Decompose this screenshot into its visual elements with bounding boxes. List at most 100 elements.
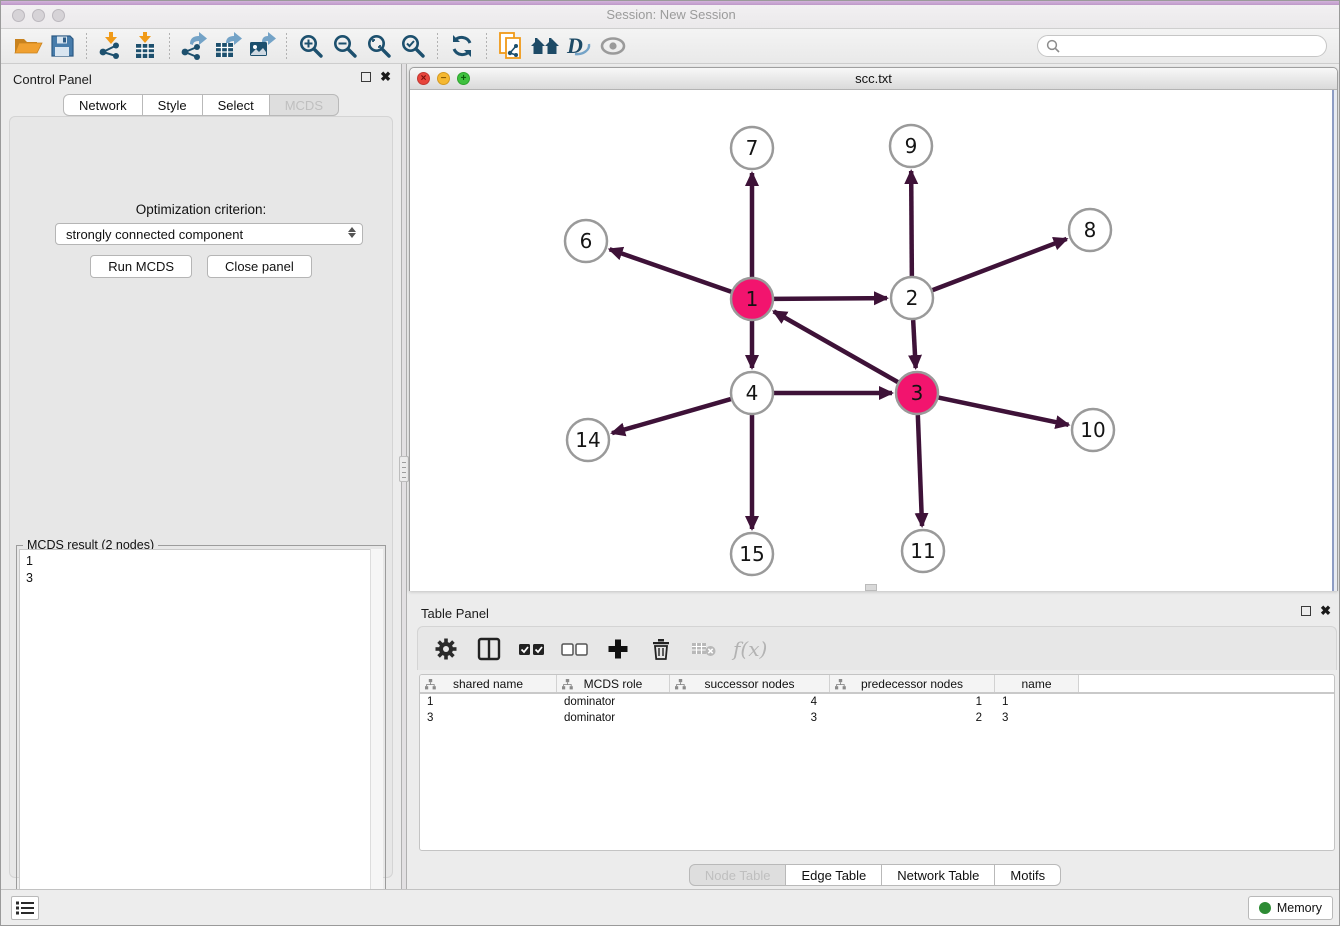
node-label-11: 11 <box>910 539 935 563</box>
import-table-icon[interactable] <box>128 32 162 60</box>
node-label-1: 1 <box>746 287 759 311</box>
float-panel-icon[interactable] <box>361 72 371 82</box>
edge-3-10[interactable] <box>939 398 1069 425</box>
edge-3-11[interactable] <box>918 415 922 526</box>
network-window-titlebar[interactable]: × − + scc.txt <box>410 68 1337 90</box>
column-header-successor-nodes[interactable]: successor nodes <box>670 675 830 692</box>
toolbar-separator <box>437 33 438 59</box>
zoom-selected-icon[interactable] <box>396 32 430 60</box>
result-line: 3 <box>26 570 376 587</box>
delete-table-icon <box>690 635 718 663</box>
tab-mcds[interactable]: MCDS <box>270 94 339 116</box>
network-resize-grip[interactable] <box>865 584 877 591</box>
tab-select[interactable]: Select <box>203 94 270 116</box>
memory-button[interactable]: Memory <box>1248 896 1333 920</box>
table-row[interactable]: 3dominator323 <box>420 710 1334 726</box>
table-tab-network-table[interactable]: Network Table <box>882 864 995 886</box>
table-settings-icon[interactable] <box>432 635 460 663</box>
export-table-icon[interactable] <box>211 32 245 60</box>
network-canvas[interactable]: 7968124314101511 <box>410 90 1337 591</box>
network-vertical-scrollbar[interactable] <box>1332 90 1337 591</box>
control-panel-title: Control Panel <box>13 72 92 87</box>
result-scrollbar[interactable] <box>370 549 383 924</box>
task-history-button[interactable] <box>11 896 39 920</box>
network-view-window: × − + scc.txt 7968124314101511 <box>409 67 1338 591</box>
cell-MCDS-role: dominator <box>557 710 670 726</box>
list-icon <box>15 900 35 916</box>
mcds-result-list[interactable]: 13 <box>19 549 383 924</box>
column-header-shared-name[interactable]: shared name <box>420 675 557 692</box>
node-label-2: 2 <box>906 286 919 310</box>
table-tabs: Node TableEdge TableNetwork TableMotifs <box>409 864 1340 886</box>
window-accent-strip <box>1 1 1340 5</box>
function-builder-icon: f(x) <box>733 637 767 661</box>
table-tab-motifs[interactable]: Motifs <box>995 864 1061 886</box>
export-network-icon[interactable] <box>177 32 211 60</box>
add-row-icon[interactable] <box>604 635 632 663</box>
hide-details-icon[interactable] <box>596 32 630 60</box>
column-header-predecessor-nodes[interactable]: predecessor nodes <box>830 675 995 692</box>
show-columns-icon[interactable] <box>475 635 503 663</box>
save-session-icon[interactable] <box>45 32 79 60</box>
cell-name: 3 <box>995 710 1079 726</box>
table-row[interactable]: 1dominator411 <box>420 694 1334 710</box>
node-label-8: 8 <box>1084 218 1097 242</box>
node-table[interactable]: shared name MCDS role successor nodes pr… <box>419 674 1335 851</box>
edge-1-2[interactable] <box>774 298 887 299</box>
close-panel-icon[interactable]: ✖ <box>380 71 391 83</box>
table-header-row: shared name MCDS role successor nodes pr… <box>420 675 1334 694</box>
mcds-panel: Optimization criterion: strongly connect… <box>9 116 393 878</box>
select-all-rows-icon[interactable] <box>518 635 546 663</box>
table-body: 1dominator4113dominator323 <box>420 694 1334 726</box>
splitter-handle[interactable] <box>399 456 409 482</box>
toolbar-separator <box>486 33 487 59</box>
search-input[interactable] <box>1060 39 1318 53</box>
table-tab-edge-table[interactable]: Edge Table <box>786 864 882 886</box>
optimization-criterion-select[interactable]: strongly connected component <box>55 223 363 245</box>
edge-3-1[interactable] <box>774 311 898 382</box>
table-panel-title: Table Panel <box>421 606 489 621</box>
network-title: scc.txt <box>410 71 1337 86</box>
clone-network-icon[interactable] <box>494 32 528 60</box>
close-panel-button[interactable]: Close panel <box>207 255 312 278</box>
session-title: Session: New Session <box>1 7 1340 22</box>
edge-2-9[interactable] <box>911 171 912 276</box>
edge-2-8[interactable] <box>933 239 1067 290</box>
node-label-6: 6 <box>580 229 593 253</box>
node-label-3: 3 <box>911 381 924 405</box>
optimization-criterion-label: Optimization criterion: <box>10 202 392 217</box>
cell-shared-name: 1 <box>420 694 557 710</box>
import-network-icon[interactable] <box>94 32 128 60</box>
tab-style[interactable]: Style <box>143 94 203 116</box>
zoom-out-icon[interactable] <box>328 32 362 60</box>
edge-4-14[interactable] <box>612 399 731 433</box>
float-table-panel-icon[interactable] <box>1301 606 1311 616</box>
zoom-fit-icon[interactable] <box>362 32 396 60</box>
zoom-in-icon[interactable] <box>294 32 328 60</box>
title-bar: Session: New Session <box>1 1 1340 29</box>
search-box[interactable] <box>1037 35 1327 57</box>
open-session-icon[interactable] <box>11 32 45 60</box>
export-image-icon[interactable] <box>245 32 279 60</box>
column-header-name[interactable]: name <box>995 675 1079 692</box>
node-label-4: 4 <box>746 381 759 405</box>
memory-label: Memory <box>1277 901 1322 915</box>
cell-predecessor-nodes: 1 <box>830 694 995 710</box>
delete-row-icon[interactable] <box>647 635 675 663</box>
column-header-MCDS-role[interactable]: MCDS role <box>557 675 670 692</box>
node-label-7: 7 <box>746 136 759 160</box>
cell-name: 1 <box>995 694 1079 710</box>
table-toolbar: f(x) <box>417 626 1337 670</box>
status-bar: Memory <box>1 889 1340 925</box>
tab-network[interactable]: Network <box>63 94 143 116</box>
run-mcds-button[interactable]: Run MCDS <box>90 255 192 278</box>
refresh-view-icon[interactable] <box>445 32 479 60</box>
edge-1-6[interactable] <box>610 249 732 291</box>
show-all-nodes-icon[interactable] <box>528 32 562 60</box>
panel-splitter[interactable] <box>401 64 407 890</box>
edge-2-3[interactable] <box>913 320 916 368</box>
close-table-panel-icon[interactable]: ✖ <box>1320 605 1331 617</box>
annotations-icon[interactable]: D <box>562 32 596 60</box>
deselect-all-rows-icon[interactable] <box>561 635 589 663</box>
table-tab-node-table[interactable]: Node Table <box>689 864 787 886</box>
